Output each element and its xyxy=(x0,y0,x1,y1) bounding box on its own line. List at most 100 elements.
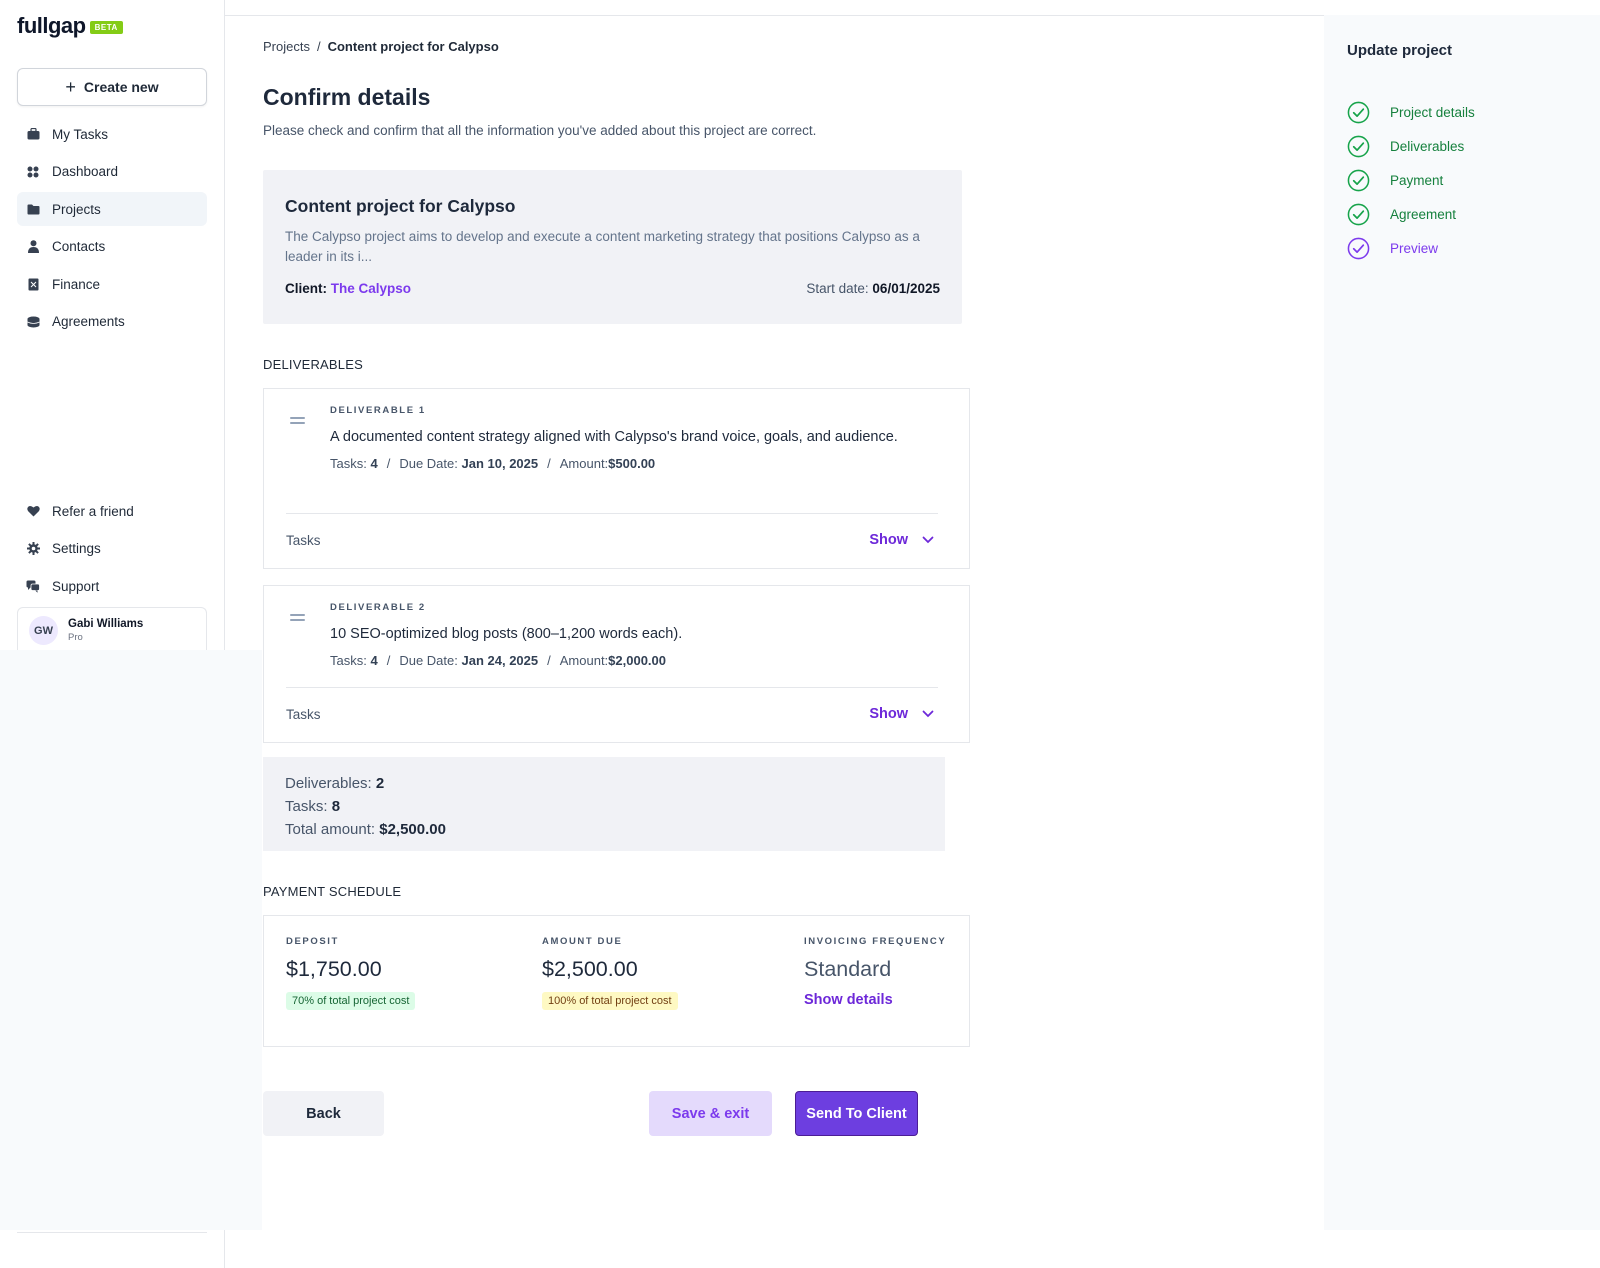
progress-steps: Project details Deliverables Payment Agr… xyxy=(1347,95,1475,265)
amount-label: Amount: xyxy=(559,456,609,471)
step-agreement[interactable]: Agreement xyxy=(1347,197,1475,231)
show-tasks-button[interactable]: Show xyxy=(869,532,938,548)
sidebar-item-label: Settings xyxy=(52,541,101,557)
stack-icon xyxy=(26,315,40,329)
send-to-client-button[interactable]: Send To Client xyxy=(795,1091,918,1136)
sidebar-item-dashboard[interactable]: Dashboard xyxy=(17,155,207,189)
sidebar-item-label: Dashboard xyxy=(52,164,119,180)
user-profile-card[interactable]: GW Gabi Williams Pro xyxy=(17,607,207,653)
check-circle-icon xyxy=(1347,101,1370,123)
meta-separator: / xyxy=(547,456,551,471)
create-new-label: Create new xyxy=(83,79,159,95)
check-circle-icon xyxy=(1347,169,1370,191)
deposit-label: DEPOSIT xyxy=(286,936,339,947)
deliverable-overline: DELIVERABLE 1 xyxy=(330,405,426,416)
tasks-row-label: Tasks xyxy=(286,532,321,548)
page-subtitle: Please check and confirm that all the in… xyxy=(263,123,817,138)
meta-separator: / xyxy=(547,653,551,668)
sidebar-item-projects[interactable]: Projects xyxy=(17,192,207,227)
client-label: Client: xyxy=(285,281,327,296)
secondary-nav: Refer a friend Settings Support xyxy=(17,494,207,607)
avatar: GW xyxy=(29,616,58,645)
deposit-value: $1,750.00 xyxy=(286,957,382,981)
step-label: Payment xyxy=(1390,172,1444,188)
sidebar-item-label: Refer a friend xyxy=(52,503,134,519)
due-date-label: Due Date: xyxy=(399,653,458,668)
deliverables-section-label: DELIVERABLES xyxy=(263,357,363,372)
drag-handle-icon[interactable] xyxy=(290,417,305,427)
show-label: Show xyxy=(869,532,908,548)
show-details-link[interactable]: Show details xyxy=(804,992,946,1008)
deliverable-title: A documented content strategy aligned wi… xyxy=(330,429,898,445)
sidebar-item-support[interactable]: Support xyxy=(17,569,207,603)
client-info: Client: The Calypso xyxy=(285,281,411,296)
step-label: Project details xyxy=(1390,104,1475,120)
panel-title: Update project xyxy=(1347,42,1453,59)
show-label: Show xyxy=(869,706,908,722)
grid-icon xyxy=(26,165,40,179)
step-payment[interactable]: Payment xyxy=(1347,163,1475,197)
step-project-details[interactable]: Project details xyxy=(1347,95,1475,129)
start-date-info: Start date: 06/01/2025 xyxy=(806,281,940,296)
summary-total: Total amount: $2,500.00 xyxy=(285,818,923,841)
due-date-value: Jan 24, 2025 xyxy=(461,653,539,668)
check-circle-icon xyxy=(1347,203,1370,225)
sidebar-item-label: My Tasks xyxy=(52,126,109,142)
step-preview[interactable]: Preview xyxy=(1347,231,1475,265)
deliverable-body: DELIVERABLE 1 A documented content strat… xyxy=(330,405,930,471)
receipt-icon xyxy=(26,277,40,291)
sidebar-item-finance[interactable]: Finance xyxy=(17,267,207,301)
amount-label: Amount: xyxy=(559,653,609,668)
sidebar-item-contacts[interactable]: Contacts xyxy=(17,230,207,264)
back-button[interactable]: Back xyxy=(263,1091,384,1136)
meta-separator: / xyxy=(386,456,391,471)
amount-due-value: $2,500.00 xyxy=(542,957,638,981)
create-new-button[interactable]: + Create new xyxy=(17,68,207,106)
breadcrumb-projects-link[interactable]: Projects xyxy=(263,39,310,54)
chevron-down-icon xyxy=(922,710,934,718)
start-date-label: Start date: xyxy=(806,281,869,296)
due-date-value: Jan 10, 2025 xyxy=(461,456,539,471)
breadcrumb: Projects / Content project for Calypso xyxy=(263,39,499,54)
user-info: Gabi Williams Pro xyxy=(68,618,143,643)
invoicing-frequency-label: INVOICING FREQUENCY xyxy=(804,936,947,947)
due-date-label: Due Date: xyxy=(399,456,458,471)
deliverable-meta: Tasks: 4 / Due Date: Jan 24, 2025 / Amount:$… xyxy=(330,653,930,668)
app-logo[interactable]: fullgap BETA xyxy=(17,13,123,39)
summary-tasks-label: Tasks: xyxy=(285,798,328,815)
save-exit-button[interactable]: Save & exit xyxy=(649,1091,772,1136)
user-name: Gabi Williams xyxy=(68,618,144,630)
sidebar-item-label: Finance xyxy=(52,276,101,292)
drag-handle-icon[interactable] xyxy=(290,614,305,624)
tasks-label: Tasks: xyxy=(330,456,367,471)
check-circle-icon xyxy=(1347,237,1370,259)
summary-tasks: Tasks: 8 xyxy=(285,795,923,818)
sidebar-item-label: Projects xyxy=(52,201,101,217)
sidebar-item-settings[interactable]: Settings xyxy=(17,532,207,566)
gear-icon xyxy=(26,542,40,556)
deposit-percent-badge: 70% of total project cost xyxy=(286,992,416,1010)
sidebar-item-refer-a-friend[interactable]: Refer a friend xyxy=(17,494,207,528)
summary-deliverables-value: 2 xyxy=(375,775,385,792)
summary-deliverables: Deliverables: 2 xyxy=(285,772,923,795)
show-tasks-button[interactable]: Show xyxy=(869,706,938,722)
step-deliverables[interactable]: Deliverables xyxy=(1347,129,1475,163)
deliverable-title: 10 SEO-optimized blog posts (800–1,200 w… xyxy=(330,626,683,642)
summary-total-value: $2,500.00 xyxy=(379,821,446,838)
sidebar-item-agreements[interactable]: Agreements xyxy=(17,305,207,339)
deliverable-overline: DELIVERABLE 2 xyxy=(330,602,426,613)
plus-icon: + xyxy=(65,77,76,97)
deliverables-summary: Deliverables: 2 Tasks: 8 Total amount: $… xyxy=(263,757,945,851)
deliverable-card: DELIVERABLE 2 10 SEO-optimized blog post… xyxy=(263,585,970,743)
summary-total-label: Total amount: xyxy=(285,821,376,838)
project-name: Content project for Calypso xyxy=(285,196,516,216)
step-label: Agreement xyxy=(1390,206,1457,222)
meta-separator: / xyxy=(386,653,391,668)
amount-due-column: AMOUNT DUE $2,500.00 100% of total proje… xyxy=(542,936,678,1010)
client-link[interactable]: The Calypso xyxy=(331,281,411,296)
amount-value: $500.00 xyxy=(608,456,656,471)
project-description: The Calypso project aims to develop and … xyxy=(285,229,920,264)
sidebar-item-my-tasks[interactable]: My Tasks xyxy=(17,117,207,151)
amount-due-label: AMOUNT DUE xyxy=(542,936,623,947)
page-title: Confirm details xyxy=(263,84,431,110)
